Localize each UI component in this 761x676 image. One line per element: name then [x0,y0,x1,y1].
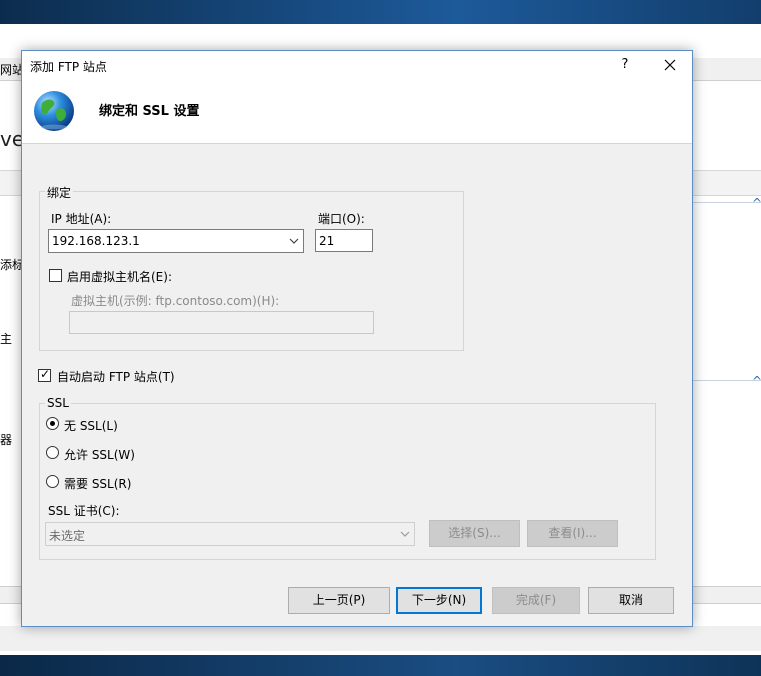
chevron-up-icon[interactable]: ^ [752,374,761,388]
close-icon [664,59,676,71]
port-field[interactable]: 21 [315,229,373,252]
enable-virtual-host-label: 启用虚拟主机名(E): [67,270,172,284]
require-ssl-radio[interactable] [46,475,59,488]
globe-icon [34,91,74,131]
previous-button[interactable]: 上一页(P) [288,587,390,614]
ssl-certificate-label: SSL 证书(C): [48,504,120,518]
ssl-certificate-combo[interactable]: 未选定 [45,522,415,546]
add-ftp-site-dialog: 添加 FTP 站点 ? 绑定和 SSL 设置 绑定 IP 地址(A): 192.… [21,50,693,627]
background-text-2: 主 [0,332,13,346]
port-value: 21 [319,234,335,248]
allow-ssl-radio[interactable] [46,446,59,459]
binding-legend: 绑定 [45,184,74,201]
taskbar [0,655,761,676]
ip-address-combo[interactable]: 192.168.123.1 [48,229,304,253]
ssl-legend: SSL [45,396,71,410]
page-title: 绑定和 SSL 设置 [99,104,200,119]
auto-start-label: 自动启动 FTP 站点(T) [57,370,175,384]
virtual-host-label: 虚拟主机(示例: ftp.contoso.com)(H): [71,294,280,308]
chevron-down-icon[interactable] [400,526,410,545]
ip-address-label: IP 地址(A): [51,212,112,226]
allow-ssl-label: 允许 SSL(W) [64,448,135,462]
dialog-title: 添加 FTP 站点 [30,60,107,74]
background-divider [693,380,761,381]
no-ssl-label: 无 SSL(L) [64,419,118,433]
select-certificate-button[interactable]: 选择(S)... [429,520,520,547]
chevron-down-icon[interactable] [289,233,299,252]
view-certificate-button[interactable]: 查看(I)... [527,520,618,547]
dialog-titlebar[interactable]: 添加 FTP 站点 ? [22,51,692,79]
desktop-top [0,0,761,24]
next-button[interactable]: 下一步(N) [396,587,482,614]
checkmark-icon: ✓ [40,367,51,381]
finish-button[interactable]: 完成(F) [492,587,580,614]
auto-start-checkbox[interactable]: ✓ [38,367,51,382]
close-button[interactable] [658,55,682,75]
ssl-certificate-value: 未选定 [49,529,86,543]
radio-selected-dot [50,421,55,426]
enable-virtual-host-checkbox[interactable] [49,269,62,282]
no-ssl-radio[interactable] [46,417,59,430]
wizard-header: 绑定和 SSL 设置 [22,79,692,144]
help-button[interactable]: ? [614,55,636,75]
cancel-button[interactable]: 取消 [588,587,674,614]
background-text-3: 器 [0,433,13,447]
virtual-host-field[interactable] [69,311,374,334]
require-ssl-label: 需要 SSL(R) [64,477,132,491]
background-divider [693,202,761,203]
chevron-up-icon[interactable]: ^ [752,196,761,210]
port-label: 端口(O): [318,212,365,226]
ip-address-value: 192.168.123.1 [52,234,140,248]
